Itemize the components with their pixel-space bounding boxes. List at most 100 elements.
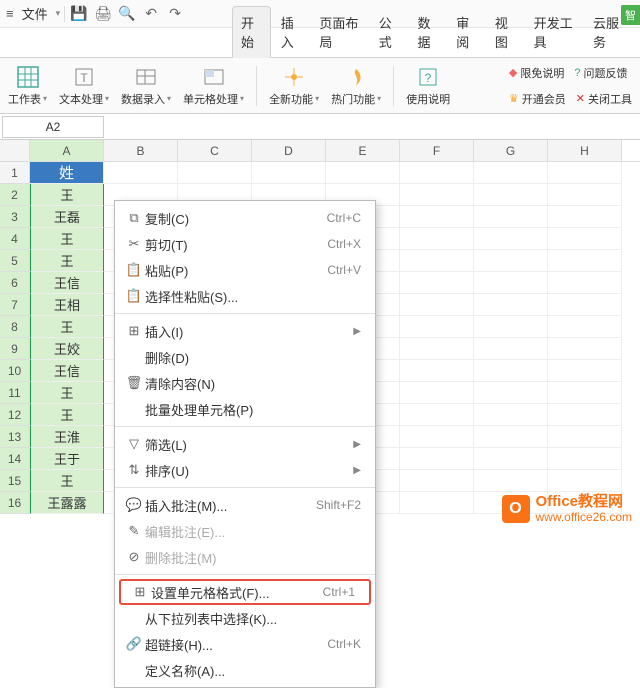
row-header[interactable]: 9 [0, 338, 30, 360]
col-H[interactable]: H [548, 140, 622, 161]
row-header[interactable]: 4 [0, 228, 30, 250]
cell[interactable]: 王磊 [30, 206, 104, 228]
col-A[interactable]: A [30, 140, 104, 161]
close-tool[interactable]: ✕关闭工具 [576, 88, 632, 110]
rb-new-features[interactable]: 全新功能▾ [269, 65, 319, 107]
redo-icon[interactable]: ↷ [165, 4, 185, 24]
row-header[interactable]: 15 [0, 470, 30, 492]
cell[interactable] [474, 448, 548, 470]
row-header[interactable]: 5 [0, 250, 30, 272]
cell[interactable] [474, 294, 548, 316]
ctx-comment[interactable]: 💬插入批注(M)...Shift+F2 [115, 492, 375, 518]
row-header[interactable]: 8 [0, 316, 30, 338]
cell[interactable]: 王 [30, 382, 104, 404]
rb-text[interactable]: T 文本处理▾ [59, 65, 109, 107]
col-F[interactable]: F [400, 140, 474, 161]
ctx-sort[interactable]: ⇅排序(U)▶ [115, 457, 375, 483]
save-icon[interactable]: 💾 [69, 4, 89, 24]
row-header[interactable]: 14 [0, 448, 30, 470]
cell[interactable] [548, 162, 622, 184]
menu-icon[interactable]: ≡ [6, 6, 14, 21]
tab-developer[interactable]: 开发工具 [526, 7, 583, 57]
cell[interactable]: 王 [30, 250, 104, 272]
limited-free[interactable]: ◆限免说明 [509, 62, 564, 84]
cell[interactable] [548, 206, 622, 228]
cell[interactable] [548, 250, 622, 272]
cell[interactable] [548, 338, 622, 360]
cell[interactable] [474, 470, 548, 492]
col-E[interactable]: E [326, 140, 400, 161]
row-header[interactable]: 2 [0, 184, 30, 206]
rb-help[interactable]: ? 使用说明 [406, 65, 450, 107]
row-header[interactable]: 12 [0, 404, 30, 426]
open-vip[interactable]: ♛开通会员 [509, 88, 566, 110]
cell[interactable]: 王姣 [30, 338, 104, 360]
cell[interactable]: 王信 [30, 272, 104, 294]
cell[interactable]: 王 [30, 404, 104, 426]
cell[interactable]: 王相 [30, 294, 104, 316]
cell[interactable] [400, 470, 474, 492]
tab-pagelayout[interactable]: 页面布局 [311, 7, 368, 57]
ctx-filter[interactable]: ▽筛选(L)▶ [115, 431, 375, 457]
row-header[interactable]: 10 [0, 360, 30, 382]
cell[interactable] [474, 382, 548, 404]
cell[interactable] [474, 404, 548, 426]
preview-icon[interactable]: 🔍 [117, 4, 137, 24]
smart-tag[interactable]: 智 [621, 5, 640, 25]
ctx-format[interactable]: ⊞设置单元格格式(F)...Ctrl+1 [119, 579, 371, 605]
ctx-clear[interactable]: 🗑清除内容(N) [115, 370, 375, 396]
cell[interactable] [400, 448, 474, 470]
cell[interactable] [400, 360, 474, 382]
cell[interactable] [548, 184, 622, 206]
feedback[interactable]: ?问题反馈 [574, 62, 627, 84]
cell[interactable] [400, 492, 474, 514]
ctx-item[interactable]: 删除(D) [115, 344, 375, 370]
row-header[interactable]: 1 [0, 162, 30, 184]
cell[interactable]: 王 [30, 228, 104, 250]
ctx-copy[interactable]: ⧉复制(C)Ctrl+C [115, 205, 375, 231]
rb-data-entry[interactable]: 数据录入▾ [121, 65, 171, 107]
cell[interactable] [400, 250, 474, 272]
cell[interactable] [548, 316, 622, 338]
cell[interactable]: 王 [30, 184, 104, 206]
cell[interactable] [104, 162, 178, 184]
tab-formulas[interactable]: 公式 [371, 7, 408, 57]
cell[interactable] [548, 382, 622, 404]
cell[interactable] [178, 162, 252, 184]
tab-insert[interactable]: 插入 [273, 7, 310, 57]
name-box[interactable]: A2 [2, 116, 104, 138]
cell[interactable] [548, 360, 622, 382]
cell[interactable] [474, 360, 548, 382]
tab-view[interactable]: 视图 [487, 7, 524, 57]
cell[interactable] [400, 382, 474, 404]
undo-icon[interactable]: ↶ [141, 4, 161, 24]
ctx-paste[interactable]: 📋粘贴(P)Ctrl+V [115, 257, 375, 283]
cell[interactable] [400, 316, 474, 338]
cell[interactable] [474, 272, 548, 294]
row-header[interactable]: 13 [0, 426, 30, 448]
spreadsheet-grid[interactable]: A B C D E F G H 1姓2王3王磊4王5王6王信7王相8王9王姣10… [0, 140, 640, 514]
cell[interactable] [548, 272, 622, 294]
cell[interactable]: 王 [30, 470, 104, 492]
cell[interactable]: 王于 [30, 448, 104, 470]
tab-data[interactable]: 数据 [410, 7, 447, 57]
tab-home[interactable]: 开始 [232, 6, 271, 58]
cell[interactable] [474, 206, 548, 228]
col-G[interactable]: G [474, 140, 548, 161]
cell[interactable] [400, 184, 474, 206]
cell[interactable] [252, 162, 326, 184]
cell[interactable] [548, 404, 622, 426]
print-icon[interactable]: 🖨 [93, 4, 113, 24]
cell[interactable] [474, 316, 548, 338]
cell[interactable] [400, 162, 474, 184]
col-B[interactable]: B [104, 140, 178, 161]
ctx-link[interactable]: 🔗超链接(H)...Ctrl+K [115, 631, 375, 657]
rb-worksheet[interactable]: 工作表▾ [8, 65, 47, 107]
cell[interactable] [548, 294, 622, 316]
cell[interactable] [474, 338, 548, 360]
cell[interactable] [548, 228, 622, 250]
ctx-item[interactable]: 定义名称(A)... [115, 657, 375, 683]
ctx-item[interactable]: 批量处理单元格(P) [115, 396, 375, 422]
cell[interactable]: 王信 [30, 360, 104, 382]
cell[interactable] [474, 250, 548, 272]
